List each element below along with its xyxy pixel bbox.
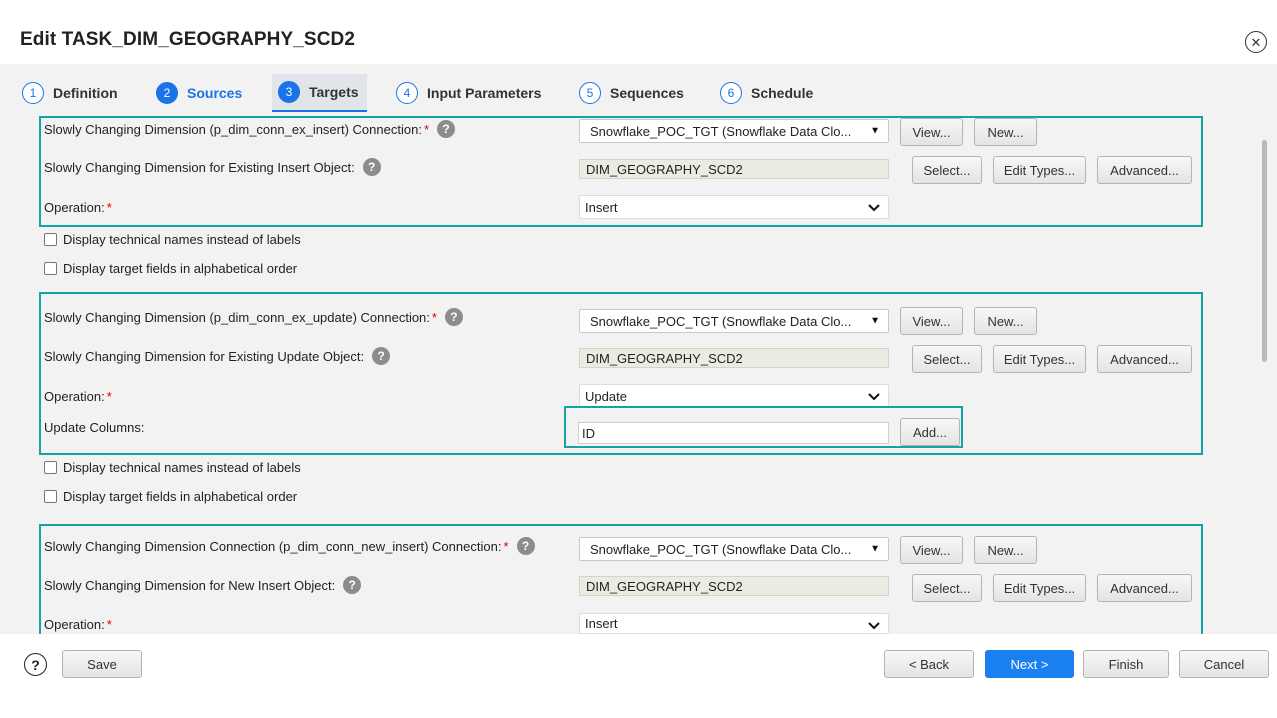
save-button[interactable]: Save xyxy=(62,650,142,678)
alphabetical-order-checkbox[interactable]: Display target fields in alphabetical or… xyxy=(44,259,297,277)
update-columns-input[interactable]: ID xyxy=(578,422,889,444)
required-mark: * xyxy=(106,388,112,404)
object-label: Slowly Changing Dimension for Existing I… xyxy=(44,156,381,178)
required-mark: * xyxy=(106,616,112,632)
chevron-down-icon xyxy=(868,393,880,401)
triangle-down-icon: ▼ xyxy=(870,315,880,327)
tab-label: Schedule xyxy=(751,85,814,101)
tab-label: Sources xyxy=(187,85,243,101)
view-button[interactable]: View... xyxy=(900,536,963,564)
step-number: 2 xyxy=(156,82,178,104)
finish-button[interactable]: Finish xyxy=(1083,650,1169,678)
required-mark: * xyxy=(423,121,429,137)
operation-dropdown[interactable]: Insert xyxy=(579,613,889,634)
next-button[interactable]: Next > xyxy=(985,650,1074,678)
connection-label: Slowly Changing Dimension (p_dim_conn_ex… xyxy=(44,118,455,140)
close-icon[interactable]: ✕ xyxy=(1245,31,1267,53)
object-label: Slowly Changing Dimension for Existing U… xyxy=(44,345,391,367)
help-icon[interactable]: ? xyxy=(516,537,535,555)
edit-types-button[interactable]: Edit Types... xyxy=(993,574,1086,602)
wizard-steps: 1 Definition 2 Sources 3 Targets 4 Input… xyxy=(0,64,1277,118)
help-icon[interactable]: ? xyxy=(362,158,381,176)
step-number: 6 xyxy=(720,82,742,104)
required-mark: * xyxy=(431,309,437,325)
target-object-field: DIM_GEOGRAPHY_SCD2 xyxy=(579,159,889,179)
tab-sources[interactable]: 2 Sources xyxy=(156,76,242,110)
step-number: 3 xyxy=(278,81,300,103)
dialog-header: Edit TASK_DIM_GEOGRAPHY_SCD2 ✕ xyxy=(0,0,1277,64)
new-button[interactable]: New... xyxy=(974,536,1037,564)
select-button[interactable]: Select... xyxy=(912,156,982,184)
checkbox-box[interactable] xyxy=(44,489,57,503)
connection-dropdown[interactable]: Snowflake_POC_TGT (Snowflake Data Clo...… xyxy=(579,119,889,143)
tab-targets[interactable]: 3 Targets xyxy=(272,74,367,112)
tab-definition[interactable]: 1 Definition xyxy=(22,76,118,110)
triangle-down-icon: ▼ xyxy=(870,125,880,137)
back-button[interactable]: < Back xyxy=(884,650,974,678)
triangle-down-icon: ▼ xyxy=(870,543,880,555)
select-button[interactable]: Select... xyxy=(912,345,982,373)
new-button[interactable]: New... xyxy=(974,307,1037,335)
advanced-button[interactable]: Advanced... xyxy=(1097,345,1192,373)
target-object-field: DIM_GEOGRAPHY_SCD2 xyxy=(579,576,889,596)
tab-schedule[interactable]: 6 Schedule xyxy=(720,76,813,110)
cancel-button[interactable]: Cancel xyxy=(1179,650,1269,678)
checkbox-box[interactable] xyxy=(44,232,57,246)
help-icon[interactable]: ? xyxy=(24,653,47,676)
tab-input-parameters[interactable]: 4 Input Parameters xyxy=(396,76,541,110)
chevron-down-icon xyxy=(868,204,880,212)
object-label: Slowly Changing Dimension for New Insert… xyxy=(44,574,362,596)
update-columns-label: Update Columns: xyxy=(44,419,145,435)
tab-label: Definition xyxy=(53,85,118,101)
help-icon[interactable]: ? xyxy=(444,308,463,326)
connection-dropdown[interactable]: Snowflake_POC_TGT (Snowflake Data Clo...… xyxy=(579,309,889,333)
view-button[interactable]: View... xyxy=(900,307,963,335)
operation-label: Operation: * xyxy=(44,199,112,215)
step-number: 5 xyxy=(579,82,601,104)
step-number: 4 xyxy=(396,82,418,104)
tab-label: Input Parameters xyxy=(427,85,542,101)
tab-label: Targets xyxy=(309,84,359,100)
checkbox-box[interactable] xyxy=(44,460,57,474)
tab-sequences[interactable]: 5 Sequences xyxy=(579,76,684,110)
target-object-field: DIM_GEOGRAPHY_SCD2 xyxy=(579,348,889,368)
help-icon[interactable]: ? xyxy=(372,347,391,365)
operation-label: Operation: * xyxy=(44,388,112,404)
technical-names-checkbox[interactable]: Display technical names instead of label… xyxy=(44,458,301,476)
required-mark: * xyxy=(503,538,509,554)
help-icon[interactable]: ? xyxy=(437,120,455,138)
connection-dropdown[interactable]: Snowflake_POC_TGT (Snowflake Data Clo...… xyxy=(579,537,889,561)
connection-label: Slowly Changing Dimension Connection (p_… xyxy=(44,535,535,557)
add-button[interactable]: Add... xyxy=(900,418,960,446)
connection-label: Slowly Changing Dimension (p_dim_conn_ex… xyxy=(44,306,463,328)
new-button[interactable]: New... xyxy=(974,118,1037,146)
operation-dropdown[interactable]: Update xyxy=(579,384,889,408)
dialog-title: Edit TASK_DIM_GEOGRAPHY_SCD2 xyxy=(20,29,356,50)
operation-dropdown[interactable]: Insert xyxy=(579,195,889,219)
required-mark: * xyxy=(106,199,112,215)
operation-label: Operation: * xyxy=(44,616,112,632)
checkbox-box[interactable] xyxy=(44,261,57,275)
tab-label: Sequences xyxy=(610,85,684,101)
advanced-button[interactable]: Advanced... xyxy=(1097,574,1192,602)
scrollbar-thumb[interactable] xyxy=(1262,140,1267,362)
chevron-down-icon xyxy=(868,622,880,630)
edit-types-button[interactable]: Edit Types... xyxy=(993,345,1086,373)
technical-names-checkbox[interactable]: Display technical names instead of label… xyxy=(44,230,301,248)
edit-types-button[interactable]: Edit Types... xyxy=(993,156,1086,184)
select-button[interactable]: Select... xyxy=(912,574,982,602)
advanced-button[interactable]: Advanced... xyxy=(1097,156,1192,184)
alphabetical-order-checkbox[interactable]: Display target fields in alphabetical or… xyxy=(44,487,297,505)
step-number: 1 xyxy=(22,82,44,104)
help-icon[interactable]: ? xyxy=(343,576,362,594)
view-button[interactable]: View... xyxy=(900,118,963,146)
